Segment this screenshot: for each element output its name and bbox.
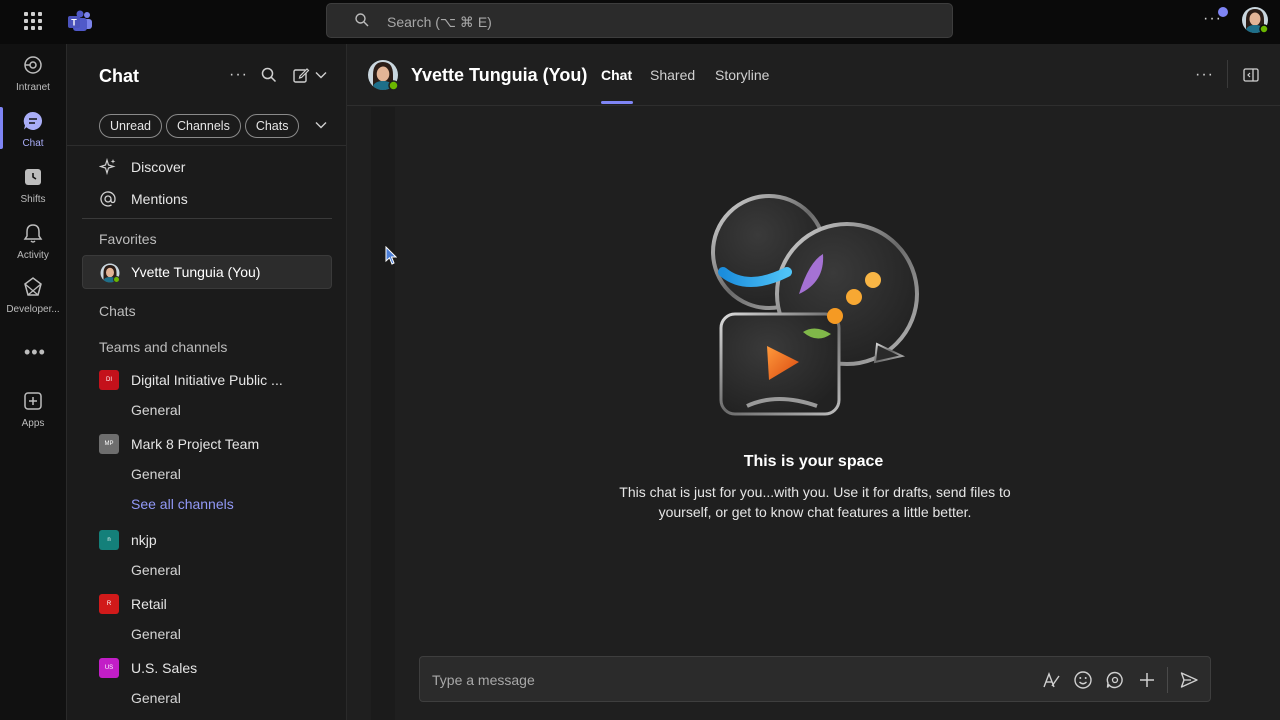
search-placeholder: Search (⌥ ⌘ E) (387, 14, 492, 30)
search-icon (355, 13, 369, 27)
chat-list-pane: Chat ··· Unread Channels Chats Discover … (67, 44, 347, 720)
format-icon[interactable] (1041, 670, 1061, 690)
avatar[interactable] (367, 59, 399, 91)
channel-row[interactable]: General (131, 402, 181, 418)
divider (82, 218, 332, 219)
rail-label: Intranet (16, 82, 50, 93)
teams-logo-icon: T (68, 10, 92, 31)
avatar (100, 263, 120, 283)
chat-main-pane: Yvette Tunguia (You) Chat Shared Storyli… (347, 44, 1280, 720)
notification-dot (1218, 7, 1228, 17)
mentions-item[interactable]: Mentions (99, 187, 188, 211)
bell-icon (23, 224, 43, 243)
send-icon[interactable] (1179, 670, 1199, 690)
divider (1227, 60, 1228, 88)
self-chat-illustration (711, 194, 919, 416)
team-badge: US (99, 658, 119, 678)
channel-row[interactable]: General (131, 690, 181, 706)
filter-channels[interactable]: Channels (166, 114, 241, 138)
new-chat-icon[interactable] (292, 66, 310, 84)
chat-list-search-icon[interactable] (261, 67, 277, 83)
emoji-icon[interactable] (1073, 670, 1093, 690)
filter-chats[interactable]: Chats (244, 114, 300, 138)
discover-item[interactable]: Discover (99, 155, 185, 179)
divider (67, 145, 346, 146)
empty-state-title: This is your space (743, 453, 884, 470)
rail-item-developer[interactable]: Developer... (0, 276, 66, 326)
chats-header[interactable]: Chats (99, 303, 136, 319)
shifts-icon (25, 169, 41, 185)
channel-row[interactable]: General (131, 466, 181, 482)
mentions-label: Mentions (131, 191, 188, 207)
developer-portal-icon (24, 277, 42, 296)
tab-storyline[interactable]: Storyline (715, 67, 769, 83)
team-name: nkjp (131, 532, 157, 548)
message-input[interactable] (432, 669, 992, 691)
open-side-panel-icon[interactable] (1243, 68, 1259, 82)
add-apps-icon (24, 392, 42, 410)
compose-box[interactable] (419, 656, 1211, 702)
sparkle-icon (99, 158, 116, 176)
filter-unread[interactable]: Unread (99, 114, 162, 138)
team-name: Retail (131, 596, 167, 612)
message-gutter (371, 107, 395, 720)
team-name: Mark 8 Project Team (131, 436, 260, 452)
rail-label: Chat (22, 138, 44, 149)
svg-text:T: T (71, 18, 77, 28)
team-row[interactable]: n nkjp (99, 530, 157, 550)
chat-list-title: Chat (99, 66, 139, 86)
tab-chat[interactable]: Chat (601, 67, 632, 83)
chat-title: Yvette Tunguia (You) (411, 65, 588, 85)
rail-label: Apps (21, 418, 45, 429)
search-input[interactable]: Search (⌥ ⌘ E) (326, 3, 953, 38)
team-badge: MP (99, 434, 119, 454)
rail-item-chat[interactable]: Chat (0, 110, 66, 160)
see-all-channels-link[interactable]: See all channels (131, 496, 234, 512)
chevron-down-icon[interactable] (315, 71, 327, 79)
team-row[interactable]: US U.S. Sales (99, 658, 197, 678)
rail-label: Activity (17, 250, 49, 261)
empty-state-description: This chat is just for you...with you. Us… (619, 484, 1011, 520)
rail-label: Shifts (20, 194, 46, 205)
chat-icon (23, 111, 43, 130)
more-apps-icon[interactable]: ••• (24, 342, 46, 363)
chat-header: Yvette Tunguia (You) Chat Shared Storyli… (347, 44, 1280, 106)
channel-row[interactable]: General (131, 562, 181, 578)
add-icon[interactable] (1137, 670, 1157, 690)
channel-row[interactable]: General (131, 626, 181, 642)
rail-item-intranet[interactable]: Intranet (0, 54, 66, 104)
team-badge: R (99, 594, 119, 614)
app-rail: Intranet Chat Shifts Activity Developer.… (0, 44, 67, 720)
divider (1167, 667, 1168, 693)
chat-list-more-icon[interactable]: ··· (229, 66, 248, 84)
chat-more-options-icon[interactable]: ··· (1195, 66, 1214, 84)
team-name: Digital Initiative Public ... (131, 372, 283, 388)
app-launcher-icon[interactable] (24, 12, 42, 30)
active-tab-indicator (601, 101, 633, 104)
user-avatar[interactable] (1241, 6, 1269, 34)
favorite-name: Yvette Tunguia (You) (131, 264, 261, 280)
teams-header[interactable]: Teams and channels (99, 339, 227, 355)
team-name: U.S. Sales (131, 660, 198, 676)
tab-shared[interactable]: Shared (650, 67, 695, 83)
rail-item-shifts[interactable]: Shifts (0, 166, 66, 216)
team-badge: n (99, 530, 119, 550)
team-row[interactable]: MP Mark 8 Project Team (99, 434, 259, 454)
team-row[interactable]: R Retail (99, 594, 167, 614)
rail-item-apps[interactable]: Apps (0, 390, 66, 440)
intranet-icon (24, 56, 42, 74)
rail-item-activity[interactable]: Activity (0, 222, 66, 272)
filters-expand-icon[interactable] (315, 121, 327, 129)
team-badge: DI (99, 370, 119, 390)
rail-label: Developer... (6, 304, 60, 315)
chat-filters: Unread Channels Chats (99, 114, 300, 138)
favorites-header[interactable]: Favorites (99, 231, 157, 247)
at-icon (100, 191, 116, 207)
loop-component-icon[interactable] (1105, 670, 1125, 690)
team-row[interactable]: DI Digital Initiative Public ... (99, 370, 283, 390)
discover-label: Discover (131, 159, 186, 175)
favorite-chat-self[interactable]: Yvette Tunguia (You) (82, 255, 332, 289)
mouse-cursor-icon (385, 246, 397, 265)
top-bar: T Search (⌥ ⌘ E) ··· (0, 0, 1280, 44)
